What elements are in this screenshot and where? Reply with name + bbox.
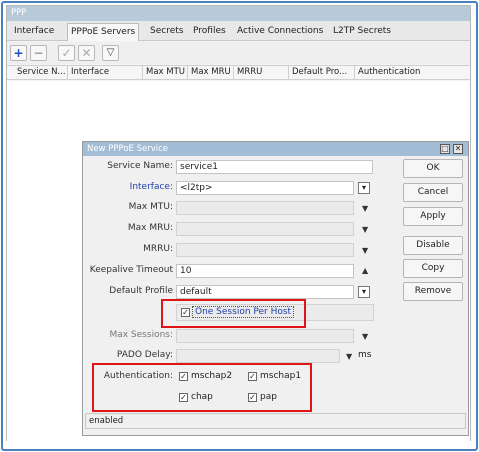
max-sessions-dropdown-icon[interactable]: ▼ [362, 332, 368, 341]
col-default-profile[interactable]: Default Pro... [288, 66, 354, 80]
new-pppoe-service-dialog: New PPPoE Service □ ✕ Service Name: serv… [82, 141, 469, 436]
mrru-dropdown-icon[interactable]: ▼ [362, 246, 368, 255]
max-mtu-label: Max MTU: [128, 202, 173, 212]
col-authentication[interactable]: Authentication [354, 66, 471, 80]
copy-button[interactable]: Copy [403, 259, 463, 278]
col-mrru[interactable]: MRRU [233, 66, 288, 80]
keepalive-timeout-label: Keepalive Timeout [89, 265, 173, 275]
enable-icon[interactable]: ✓ [58, 45, 75, 61]
keepalive-timeout-field[interactable]: 10 [176, 264, 354, 278]
status-bar: enabled [85, 413, 466, 429]
cancel-button[interactable]: Cancel [403, 183, 463, 202]
max-mtu-dropdown-icon[interactable]: ▼ [362, 204, 368, 213]
service-name-label: Service Name: [107, 161, 173, 171]
tab-bar: Interface PPPoE Servers Secrets Profiles… [7, 21, 470, 41]
pado-delay-label: PADO Delay: [116, 350, 173, 360]
col-interface[interactable]: Interface [67, 66, 142, 80]
default-profile-dropdown-icon[interactable]: ▾ [358, 286, 370, 298]
toolbar: + − ✓ ✕ ▽ [7, 42, 470, 64]
service-name-field[interactable]: service1 [176, 160, 373, 174]
ok-button[interactable]: OK [403, 159, 463, 178]
pado-delay-unit: ms [358, 350, 372, 360]
max-mru-field[interactable] [176, 222, 354, 236]
apply-button[interactable]: Apply [403, 207, 463, 226]
max-mru-dropdown-icon[interactable]: ▼ [362, 225, 368, 234]
interface-select[interactable]: <l2tp> [176, 181, 354, 195]
tab-interface[interactable]: Interface [11, 23, 57, 41]
column-headers: Service N... Interface Max MTU Max MRU M… [7, 65, 470, 80]
col-max-mru[interactable]: Max MRU [187, 66, 233, 80]
default-profile-label: Default Profile [109, 286, 173, 296]
col-service-name[interactable]: Service N... [14, 66, 67, 80]
authentication-highlight [92, 363, 312, 412]
one-session-highlight [161, 299, 306, 328]
default-profile-select[interactable]: default [176, 285, 354, 299]
add-icon[interactable]: + [10, 45, 27, 61]
tab-l2tp-secrets[interactable]: L2TP Secrets [330, 23, 394, 41]
interface-dropdown-icon[interactable]: ▾ [358, 182, 370, 194]
max-mtu-field[interactable] [176, 201, 354, 215]
tab-profiles[interactable]: Profiles [190, 23, 229, 41]
pado-delay-dropdown-icon[interactable]: ▼ [346, 352, 352, 361]
restore-icon[interactable]: □ [440, 144, 450, 154]
mrru-field[interactable] [176, 243, 354, 257]
tab-pppoe-servers[interactable]: PPPoE Servers [67, 23, 140, 41]
col-max-mtu[interactable]: Max MTU [142, 66, 187, 80]
interface-label: Interface: [129, 182, 173, 192]
mrru-label: MRRU: [143, 244, 173, 254]
tab-active-connections[interactable]: Active Connections [234, 23, 326, 41]
remove-button[interactable]: Remove [403, 282, 463, 301]
close-icon[interactable]: ✕ [453, 144, 463, 154]
disable-button[interactable]: Disable [403, 236, 463, 255]
window-title: PPP [7, 6, 470, 21]
remove-icon[interactable]: − [30, 45, 47, 61]
keepalive-collapse-icon[interactable]: ▲ [362, 266, 368, 275]
max-sessions-label: Max Sessions: [109, 330, 173, 340]
ppp-window: PPP Interface PPPoE Servers Secrets Prof… [6, 5, 471, 442]
dialog-title: New PPPoE Service [83, 142, 468, 156]
pado-delay-field[interactable] [176, 349, 340, 363]
filter-icon[interactable]: ▽ [102, 45, 119, 61]
max-mru-label: Max MRU: [127, 223, 173, 233]
max-sessions-field[interactable] [176, 329, 354, 343]
tab-secrets[interactable]: Secrets [147, 23, 186, 41]
disable-icon[interactable]: ✕ [78, 45, 95, 61]
